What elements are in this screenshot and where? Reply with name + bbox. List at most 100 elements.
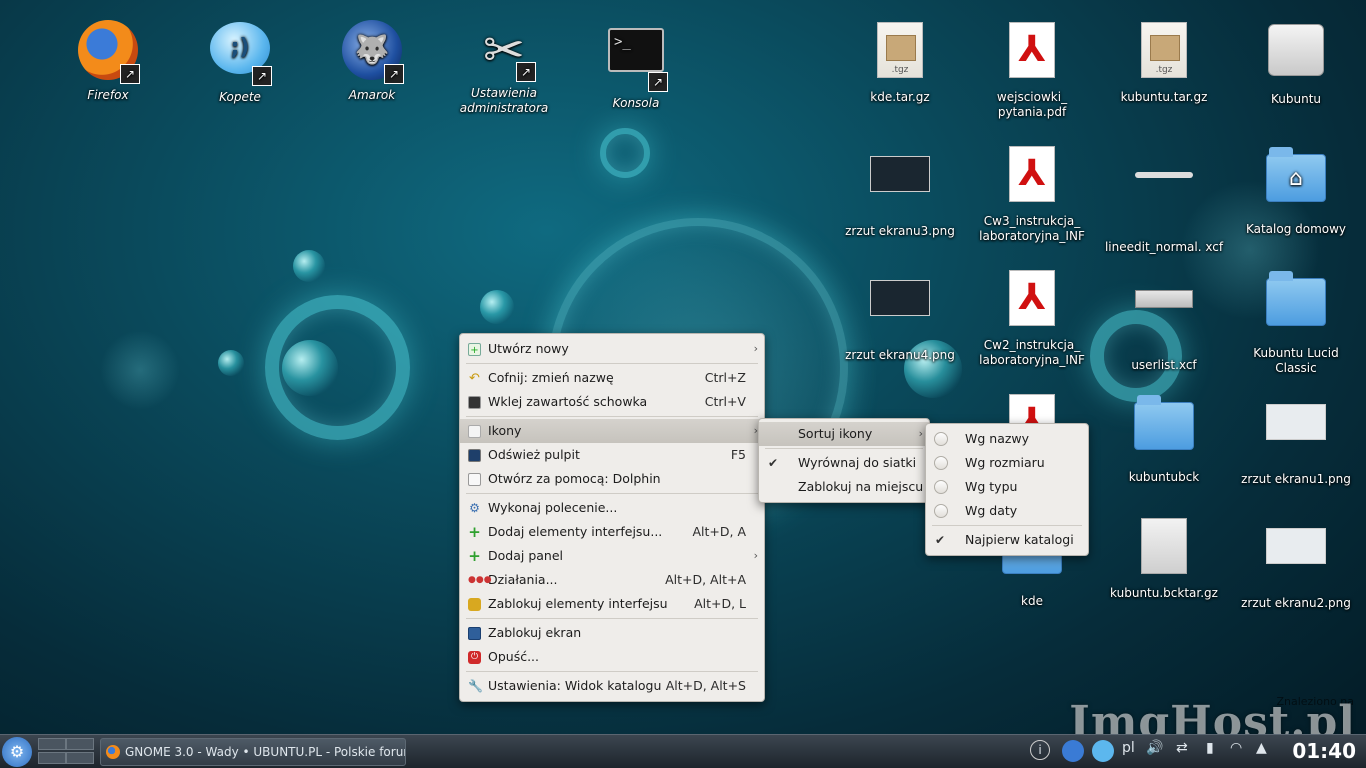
keyboard-layout-indicator[interactable]: pl xyxy=(1122,740,1135,756)
update-notifier-icon[interactable] xyxy=(1062,740,1084,762)
kopete-tray-icon[interactable] xyxy=(1092,740,1114,762)
menu-item-activities[interactable]: ●●● Działania... Alt+D, Alt+A xyxy=(460,568,764,592)
desktop-icon-wejsciowki-pdf[interactable]: ⅄ wejsciowki_ pytania.pdf xyxy=(972,18,1092,120)
archive-icon: .tgz xyxy=(877,22,923,78)
pager-desktop-1[interactable] xyxy=(38,738,66,750)
desktop-icon-label: lineedit_normal. xcf xyxy=(1104,240,1224,254)
desktop-icon-label: Firefox xyxy=(87,88,129,102)
hard-drive-icon xyxy=(1268,24,1324,76)
menu-item-label: Dodaj panel xyxy=(488,548,563,563)
desktop-icon-zrzut1[interactable]: zrzut ekranu1.png xyxy=(1236,390,1356,487)
desktop-icon-zrzut4[interactable]: zrzut ekranu4.png xyxy=(840,266,960,363)
menu-item-add-panel[interactable]: + Dodaj panel › xyxy=(460,544,764,568)
desktop-icon-label: Cw3_instrukcja_ laboratoryjna_INF xyxy=(979,214,1085,243)
desktop-icon-cw3-pdf[interactable]: ⅄ Cw3_instrukcja_ laboratoryjna_INF xyxy=(972,142,1092,244)
menu-item-label: Wykonaj polecenie... xyxy=(488,500,618,515)
clock[interactable]: 01:40 xyxy=(1292,739,1356,763)
menu-item-lock-in-place[interactable]: Zablokuj na miejscu xyxy=(759,475,929,499)
info-icon[interactable]: i xyxy=(1030,740,1050,760)
menu-item-folder-view-settings[interactable]: 🔧 Ustawienia: Widok katalogu Alt+D, Alt+… xyxy=(460,674,764,698)
usb-icon[interactable]: ⇄ xyxy=(1176,740,1188,756)
add-icon: + xyxy=(468,547,481,565)
menu-separator xyxy=(932,525,1082,526)
task-title: GNOME 3.0 - Wady • UBUNTU.PL - Polskie f… xyxy=(125,745,406,759)
desktop-icon-kubuntu-bcktar[interactable]: kubuntu.bcktar.gz xyxy=(1104,514,1224,601)
menu-item-add-widgets[interactable]: + Dodaj elementy interfejsu... Alt+D, A xyxy=(460,520,764,544)
image-icon xyxy=(1266,404,1326,440)
icons-grid-icon xyxy=(468,425,481,438)
radio-button[interactable] xyxy=(934,432,948,446)
desktop-icon-userlist-xcf[interactable]: userlist.xcf xyxy=(1104,266,1224,373)
desktop-icon-kubuntu-tar[interactable]: .tgz kubuntu.tar.gz xyxy=(1104,18,1224,105)
link-arrow-icon: ↗ xyxy=(384,64,404,84)
menu-item-label: Wyrównaj do siatki xyxy=(798,455,917,470)
desktop-icon-kde-tar[interactable]: .tgz kde.tar.gz xyxy=(840,18,960,105)
radio-button[interactable] xyxy=(934,504,948,518)
menu-item-sort-by-name[interactable]: Wg nazwy xyxy=(926,427,1088,451)
menu-item-label: Wg rozmiaru xyxy=(965,455,1045,470)
menu-item-label: Otwórz za pomocą: Dolphin xyxy=(488,471,661,486)
menu-item-undo[interactable]: ↶ Cofnij: zmień nazwę Ctrl+Z xyxy=(460,366,764,390)
pdf-icon: ⅄ xyxy=(1009,22,1055,78)
volume-icon[interactable]: 🔊 xyxy=(1146,740,1163,756)
menu-item-folders-first[interactable]: ✔ Najpierw katalogi xyxy=(926,528,1088,552)
wifi-icon[interactable]: ◠ xyxy=(1230,740,1242,756)
desktop-icon-firefox[interactable]: ↗ Firefox xyxy=(48,18,168,103)
desktop-icon-zrzut3[interactable]: zrzut ekranu3.png xyxy=(840,142,960,239)
pager-desktop-4[interactable] xyxy=(66,752,94,764)
desktop-icon-zrzut2[interactable]: zrzut ekranu2.png xyxy=(1236,514,1356,611)
menu-item-label: Ikony xyxy=(488,423,522,438)
radio-button[interactable] xyxy=(934,480,948,494)
shortcut-label: Alt+D, Alt+S xyxy=(665,678,746,693)
menu-item-icons[interactable]: Ikony › xyxy=(460,419,764,443)
desktop-icon-label: Amarok xyxy=(348,88,396,102)
zip-icon xyxy=(1141,518,1187,574)
desktop-icon-label: wejsciowki_ pytania.pdf xyxy=(996,90,1068,119)
desktop-icon-lineedit-xcf[interactable]: lineedit_normal. xcf xyxy=(1104,142,1224,255)
menu-item-sort-icons[interactable]: Sortuj ikony › xyxy=(759,422,929,446)
pager-desktop-2[interactable] xyxy=(66,738,94,750)
desktop-icon-label: kde xyxy=(1021,594,1043,608)
menu-item-label: Ustawienia: Widok katalogu xyxy=(488,678,662,693)
shortcut-label: Alt+D, A xyxy=(692,524,746,539)
document-icon xyxy=(468,473,481,486)
menu-item-paste[interactable]: Wklej zawartość schowka Ctrl+V xyxy=(460,390,764,414)
menu-item-create-new[interactable]: + Utwórz nowy › xyxy=(460,337,764,361)
desktop-icon-konsola[interactable]: >_ ↗ Konsola xyxy=(576,18,696,111)
menu-item-leave[interactable]: ⏻ Opuść... xyxy=(460,645,764,669)
menu-item-label: Zablokuj ekran xyxy=(488,625,582,640)
radio-button[interactable] xyxy=(934,456,948,470)
checkmark-icon: ✔ xyxy=(935,533,946,547)
pager-desktop-3[interactable] xyxy=(38,752,66,764)
menu-item-sort-by-size[interactable]: Wg rozmiaru xyxy=(926,451,1088,475)
menu-item-sort-by-type[interactable]: Wg typu xyxy=(926,475,1088,499)
menu-item-label: Działania... xyxy=(488,572,558,587)
power-icon: ⏻ xyxy=(468,651,481,664)
desktop-icon-cw2-pdf[interactable]: ⅄ Cw2_instrukcja_ laboratoryjna_INF xyxy=(972,266,1092,368)
show-desktop-icon[interactable]: ▲ xyxy=(1256,740,1267,756)
menu-item-run-command[interactable]: ⚙ Wykonaj polecenie... xyxy=(460,496,764,520)
run-command-icon: ⚙ xyxy=(469,501,480,515)
menu-item-open-with-dolphin[interactable]: Otwórz za pomocą: Dolphin xyxy=(460,467,764,491)
menu-item-label: Wg nazwy xyxy=(965,431,1030,446)
desktop-icon-label: zrzut ekranu3.png xyxy=(845,224,955,238)
desktop-icon-kopete[interactable]: ;) ↗ Kopete xyxy=(180,18,300,105)
desktop-icon-kubuntubck[interactable]: kubuntubck xyxy=(1104,390,1224,485)
battery-icon[interactable]: ▮ xyxy=(1206,740,1214,756)
menu-item-label: Sortuj ikony xyxy=(798,426,873,441)
desktop-icon-kubuntu-lucid[interactable]: Kubuntu Lucid Classic xyxy=(1236,266,1356,376)
menu-item-lock-widgets[interactable]: Zablokuj elementy interfejsu Alt+D, L xyxy=(460,592,764,616)
desktop-icon-label: Ustawienia administratora xyxy=(459,86,549,115)
menu-item-label: Opuść... xyxy=(488,649,540,664)
menu-item-sort-by-date[interactable]: Wg daty xyxy=(926,499,1088,523)
menu-item-align-to-grid[interactable]: ✔ Wyrównaj do siatki xyxy=(759,451,929,475)
menu-item-lock-screen[interactable]: Zablokuj ekran xyxy=(460,621,764,645)
taskbar-task-firefox[interactable]: GNOME 3.0 - Wady • UBUNTU.PL - Polskie f… xyxy=(100,738,406,766)
menu-separator xyxy=(466,493,758,494)
desktop-icon-kubuntu-drive[interactable]: Kubuntu xyxy=(1236,18,1356,107)
menu-item-refresh[interactable]: Odśwież pulpit F5 xyxy=(460,443,764,467)
kickoff-menu-button[interactable]: ⚙ xyxy=(2,737,32,767)
desktop-icon-home-folder[interactable]: ⌂ Katalog domowy xyxy=(1236,142,1356,237)
desktop-icon-amarok[interactable]: 🐺 ↗ Amarok xyxy=(312,18,432,103)
desktop-icon-admin-settings[interactable]: ✂ ↗ Ustawienia administratora xyxy=(444,18,564,116)
